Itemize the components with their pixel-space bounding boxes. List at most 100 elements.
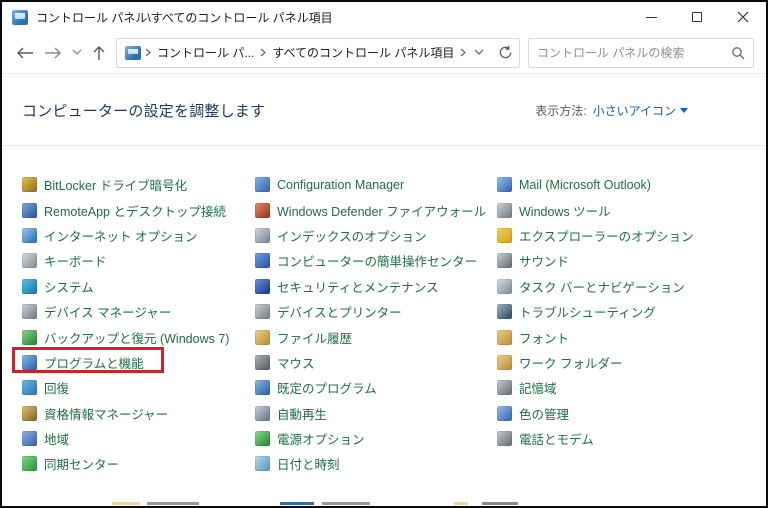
control-panel-item[interactable]: 色の管理	[497, 401, 569, 426]
minimize-icon	[646, 17, 657, 18]
minimize-button[interactable]	[628, 2, 674, 32]
date-time-icon	[255, 456, 270, 471]
control-panel-item[interactable]: セキュリティとメンテナンス	[255, 274, 439, 299]
control-panel-item[interactable]: Windows Defender ファイアウォール	[255, 197, 486, 222]
item-label: Windows ツール	[519, 201, 611, 220]
items-column-1: BitLocker ドライブ暗号化 RemoteApp とデスクトップ接続インター…	[22, 172, 255, 477]
system-icon	[22, 279, 37, 294]
item-label: Mail (Microsoft Outlook)	[519, 178, 651, 192]
work-folders-icon	[497, 355, 512, 370]
item-label: インターネット オプション	[44, 226, 197, 245]
address-bar[interactable]: コントロール パ... すべてのコントロール パネル項目	[116, 38, 520, 68]
item-label: トラブルシューティング	[519, 302, 656, 321]
control-panel-item[interactable]: デバイス マネージャー	[22, 299, 171, 324]
control-panel-item[interactable]: トラブルシューティング	[497, 299, 656, 324]
credential-manager-icon	[22, 406, 37, 421]
close-button[interactable]	[720, 2, 766, 32]
control-panel-item[interactable]: エクスプローラーのオプション	[497, 223, 694, 248]
control-panel-item[interactable]: 資格情報マネージャー	[22, 401, 168, 426]
breadcrumb-control-panel-icon	[125, 46, 141, 60]
control-panel-item[interactable]: コンピューターの簡単操作センター	[255, 248, 477, 273]
control-panel-item[interactable]: RemoteApp とデスクトップ接続	[22, 197, 226, 222]
bitlocker-icon	[22, 177, 37, 192]
item-label: セキュリティとメンテナンス	[277, 277, 439, 296]
control-panel-item[interactable]: 同期センター	[22, 451, 119, 476]
control-panel-item[interactable]: システム	[22, 274, 94, 299]
view-by-dropdown[interactable]: 小さいアイコン	[593, 102, 688, 119]
item-label: エクスプローラーのオプション	[519, 226, 694, 245]
default-programs-icon	[255, 380, 270, 395]
control-panel-item[interactable]: キーボード	[22, 248, 107, 273]
remoteapp-icon	[22, 203, 37, 218]
control-panel-item[interactable]: 日付と時刻	[255, 451, 340, 476]
sound-icon	[497, 253, 512, 268]
control-panel-item[interactable]: Configuration Manager	[255, 172, 404, 197]
control-panel-item[interactable]: インターネット オプション	[22, 223, 197, 248]
control-panel-item[interactable]: 電話とモデム	[497, 426, 594, 451]
control-panel-item[interactable]: ワーク フォルダー	[497, 350, 622, 375]
control-panel-window: コントロール パネル\すべてのコントロール パネル項目 コントロー	[0, 0, 768, 508]
up-button[interactable]	[92, 45, 106, 61]
clipped-content-strip	[2, 501, 766, 506]
control-panel-item[interactable]: 地域	[22, 426, 69, 451]
search-input[interactable]	[537, 46, 731, 60]
taskbar-icon	[497, 279, 512, 294]
control-panel-item[interactable]: マウス	[255, 350, 315, 375]
item-label: バックアップと復元 (Windows 7)	[44, 328, 229, 347]
back-button[interactable]	[16, 46, 34, 60]
item-label: 自動再生	[277, 404, 327, 423]
item-label: 回復	[44, 378, 69, 397]
recent-pages-button[interactable]	[72, 49, 82, 56]
items-grid: BitLocker ドライブ暗号化 RemoteApp とデスクトップ接続インター…	[2, 146, 766, 477]
item-label: コンピューターの簡単操作センター	[277, 251, 477, 270]
control-panel-item[interactable]: 電源オプション	[255, 426, 365, 451]
search-box[interactable]	[528, 38, 754, 68]
control-panel-item[interactable]: バックアップと復元 (Windows 7)	[22, 324, 229, 349]
control-panel-item[interactable]: インデックスのオプション	[255, 223, 427, 248]
breadcrumb-current[interactable]: すべてのコントロール パネル項目	[270, 40, 456, 65]
control-panel-item[interactable]: 自動再生	[255, 401, 327, 426]
items-column-2: Configuration ManagerWindows Defender ファ…	[255, 172, 497, 477]
mail-icon	[497, 177, 512, 192]
control-panel-item[interactable]: 既定のプログラム	[255, 375, 377, 400]
ease-of-access-icon	[255, 253, 270, 268]
close-icon	[737, 11, 749, 23]
maximize-button[interactable]	[674, 2, 720, 32]
search-icon	[731, 46, 745, 60]
refresh-button[interactable]	[498, 45, 513, 60]
forward-button[interactable]	[44, 46, 62, 60]
address-dropdown-button[interactable]	[474, 49, 484, 56]
item-label: ワーク フォルダー	[519, 353, 622, 372]
autoplay-icon	[255, 406, 270, 421]
item-label: タスク バーとナビゲーション	[519, 277, 685, 296]
item-label: フォント	[519, 328, 569, 347]
item-label: 色の管理	[519, 404, 569, 423]
control-panel-item[interactable]: タスク バーとナビゲーション	[497, 274, 685, 299]
control-panel-app-icon	[12, 10, 28, 25]
refresh-icon	[498, 45, 513, 60]
breadcrumb-root[interactable]: コントロール パ...	[155, 40, 256, 65]
control-panel-item[interactable]: ファイル履歴	[255, 324, 352, 349]
control-panel-item[interactable]: 記憶域	[497, 375, 557, 400]
firewall-icon	[255, 203, 270, 218]
control-panel-item[interactable]: デバイスとプリンター	[255, 299, 402, 324]
control-panel-item[interactable]: BitLocker ドライブ暗号化	[22, 172, 187, 197]
control-panel-item[interactable]: Windows ツール	[497, 197, 611, 222]
windows-tools-icon	[497, 203, 512, 218]
control-panel-item[interactable]: プログラムと機能	[22, 350, 144, 375]
control-panel-item[interactable]: Mail (Microsoft Outlook)	[497, 172, 651, 197]
breadcrumb-separator-icon	[256, 48, 270, 57]
control-panel-item[interactable]: サウンド	[497, 248, 569, 273]
chevron-down-icon	[680, 108, 688, 113]
item-label: 電話とモデム	[519, 429, 594, 448]
control-panel-item[interactable]: フォント	[497, 324, 569, 349]
window-title: コントロール パネル\すべてのコントロール パネル項目	[36, 9, 333, 26]
item-label: RemoteApp とデスクトップ接続	[44, 201, 226, 220]
item-label: 資格情報マネージャー	[44, 404, 168, 423]
breadcrumb-separator-icon	[141, 48, 155, 57]
control-panel-item[interactable]: 回復	[22, 375, 69, 400]
page-header: コンピューターの設定を調整します 表示方法: 小さいアイコン	[2, 74, 766, 121]
color-management-icon	[497, 406, 512, 421]
maximize-icon	[692, 12, 702, 22]
item-label: インデックスのオプション	[277, 226, 427, 245]
